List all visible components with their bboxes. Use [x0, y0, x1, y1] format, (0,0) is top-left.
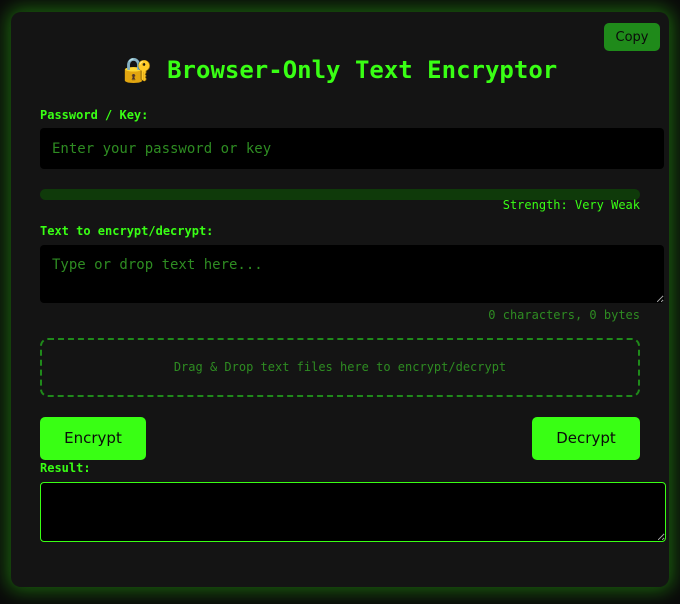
decrypt-button[interactable]: Decrypt: [532, 417, 640, 460]
copy-button[interactable]: Copy: [604, 23, 660, 51]
password-label: Password / Key:: [40, 108, 149, 122]
result-label: Result:: [40, 461, 91, 475]
file-drop-zone[interactable]: Drag & Drop text files here to encrypt/d…: [40, 338, 640, 397]
character-count: 0 characters, 0 bytes: [488, 308, 640, 322]
encrypt-button[interactable]: Encrypt: [40, 417, 146, 460]
text-input-label: Text to encrypt/decrypt:: [40, 224, 214, 238]
text-input[interactable]: [40, 245, 664, 303]
strength-text: Strength: Very Weak: [502, 198, 640, 212]
result-output[interactable]: [40, 482, 666, 542]
page-title: 🔐 Browser-Only Text Encryptor: [122, 56, 558, 84]
password-input[interactable]: [40, 128, 664, 169]
